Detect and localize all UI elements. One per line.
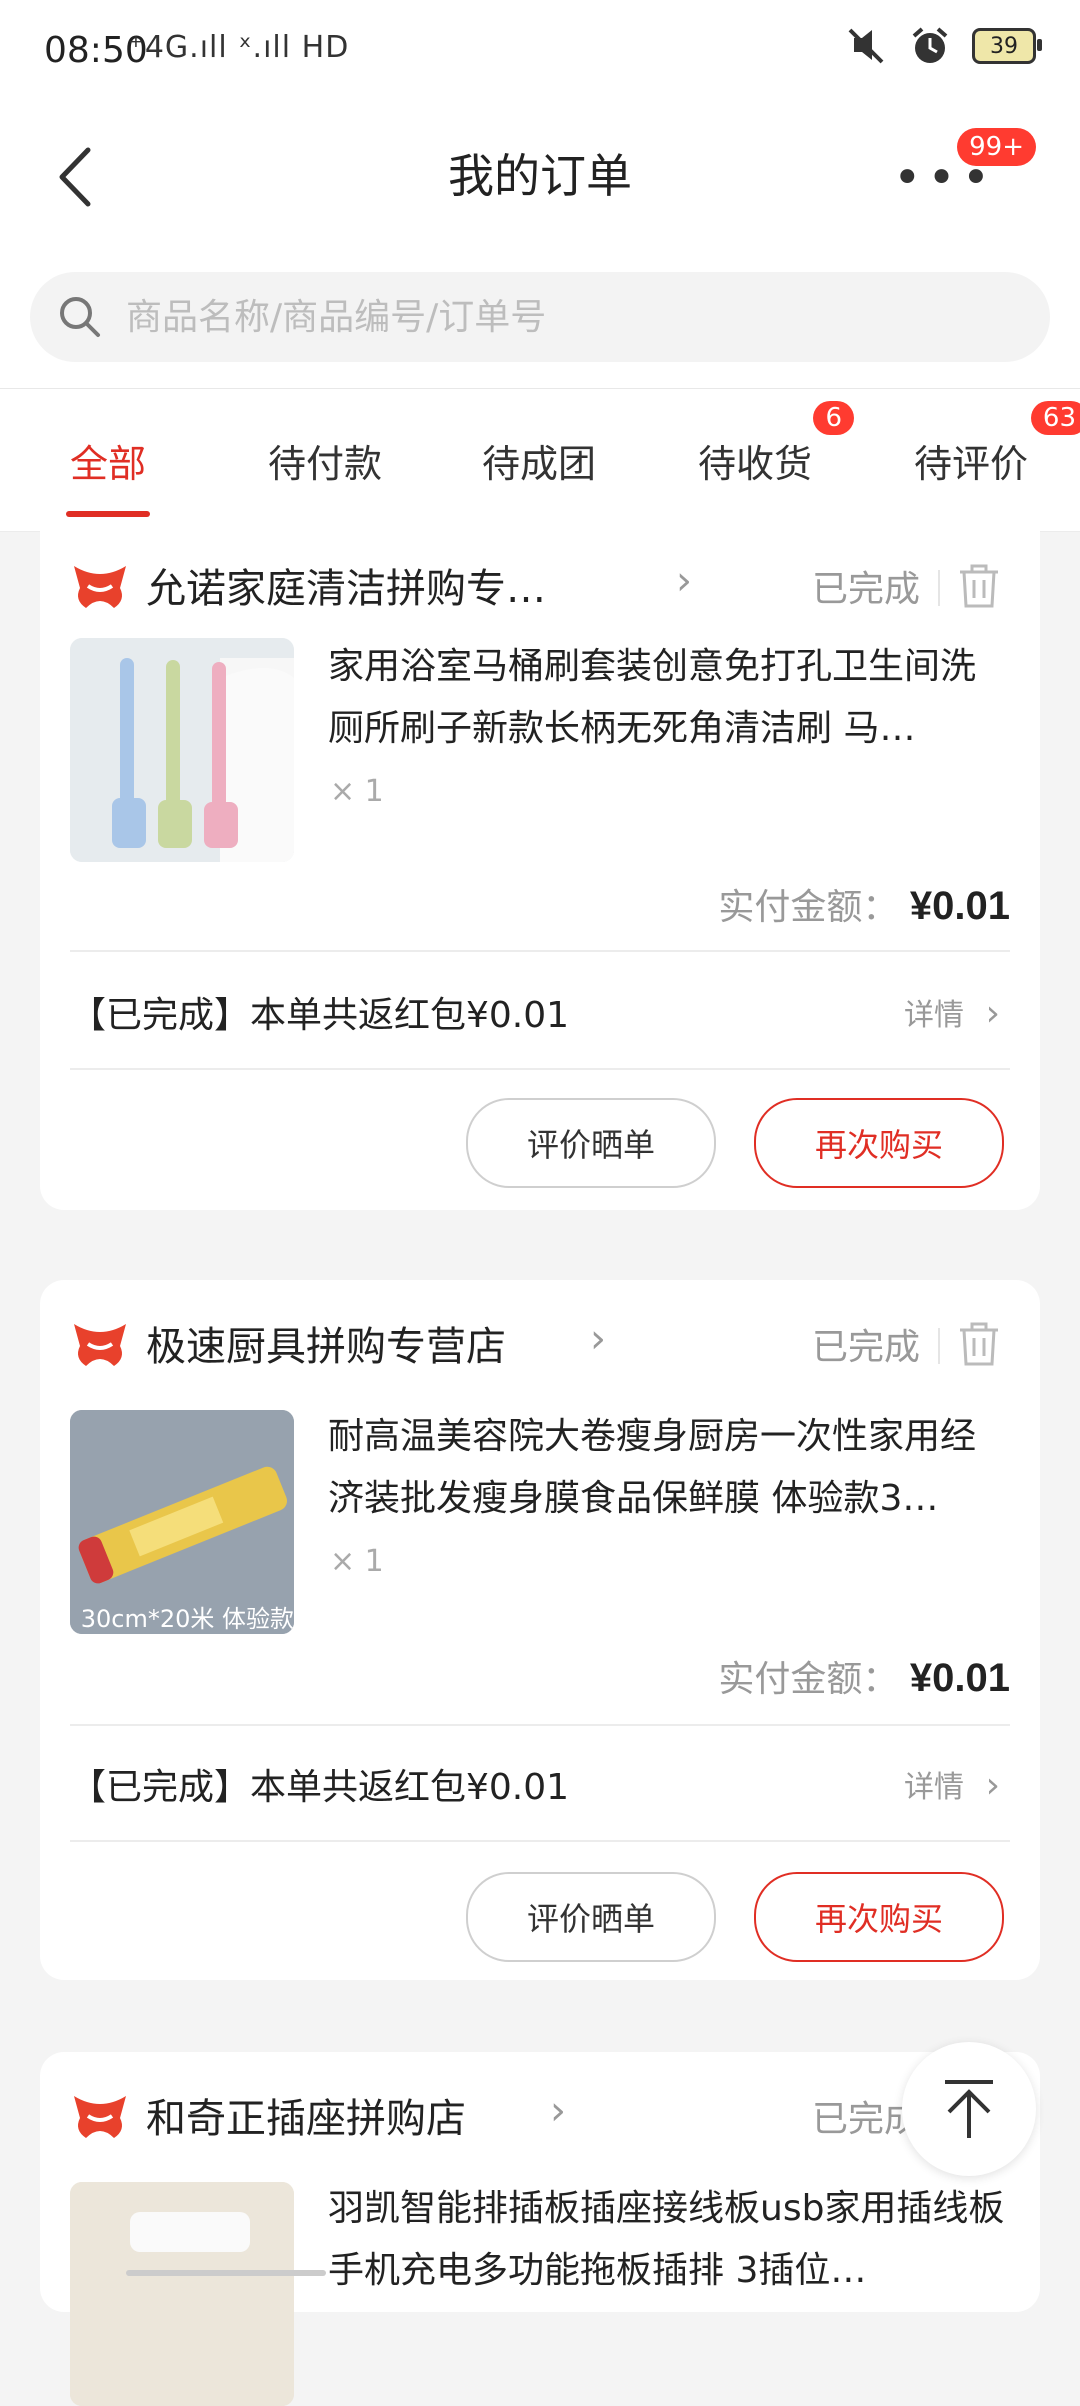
shop-logo-icon <box>74 1324 126 1366</box>
battery-icon: 39 <box>972 28 1042 64</box>
quantity: × 1 <box>330 1544 384 1579</box>
battery-level: 39 <box>990 33 1018 59</box>
cling-film-image <box>70 1410 294 1634</box>
shop-name: 允诺家庭清洁拼购专… <box>146 566 546 612</box>
paid-amount-row: 实付金额： ¥0.01 <box>718 1650 1010 1702</box>
mute-vibrate-icon <box>848 28 884 64</box>
chevron-right-icon: › <box>550 2088 566 2134</box>
tab-all[interactable]: 全部 <box>66 433 150 517</box>
chevron-right-icon: › <box>985 993 1000 1034</box>
order-tabs: 全部 待付款 待成团 待收货 6 待评价 63 <box>0 388 1080 532</box>
shop-row[interactable]: 极速厨具拼购专营店 › 已完成 <box>70 1304 1010 1384</box>
app-header: 我的订单 ••• 99+ <box>0 108 1080 258</box>
detail-link[interactable]: 详情 › <box>904 1762 1000 1806</box>
search-bar-container <box>0 258 1080 388</box>
tab-pending-group[interactable]: 待成团 <box>482 433 596 488</box>
product-title[interactable]: 耐高温美容院大卷瘦身厨房一次性家用经济装批发瘦身膜食品保鲜膜 体验款3… <box>328 1406 1008 1530</box>
status-bar: 08:50 ⁺4G.ıll ˣ.ıll HD 39 <box>0 0 1080 108</box>
paid-label: 实付金额： <box>718 887 899 928</box>
delete-trash-icon[interactable] <box>956 562 1002 610</box>
detail-label: 详情 <box>904 1770 965 1805</box>
tab-label: 全部 <box>70 442 147 486</box>
tab-count-badge: 63 <box>1030 401 1080 435</box>
product-title[interactable]: 家用浴室马桶刷套装创意免打孔卫生间洗厕所刷子新款长柄无死角清洁刷 马… <box>328 636 1008 760</box>
tab-label: 待评价 <box>914 442 1029 486</box>
product-thumbnail[interactable] <box>70 2182 294 2406</box>
divider <box>938 1328 940 1364</box>
buy-again-button[interactable]: 再次购买 <box>754 1872 1004 1962</box>
paid-amount: ¥0.01 <box>909 1656 1010 1700</box>
chevron-right-icon: › <box>590 1316 606 1362</box>
tab-count-badge: 6 <box>813 401 855 435</box>
search-box[interactable] <box>30 272 1050 362</box>
tab-label: 待收货 <box>698 442 813 486</box>
back-to-top-button[interactable] <box>902 2042 1036 2176</box>
divider <box>70 1724 1010 1726</box>
review-button[interactable]: 评价晒单 <box>466 1098 716 1188</box>
order-card: 允诺家庭清洁拼购专… › 已完成 家用浴室马桶刷套装创意免打孔卫生间洗厕所刷子新… <box>40 530 1040 1210</box>
power-strip-image <box>70 2182 294 2406</box>
home-indicator <box>126 2270 326 2276</box>
rebate-info: 【已完成】本单共返红包¥0.01 <box>70 1767 570 1808</box>
active-tab-indicator <box>66 511 150 517</box>
toilet-brush-image <box>70 638 294 862</box>
thumbnail-caption: 30cm*20米 体验款 <box>80 1605 294 1633</box>
review-button[interactable]: 评价晒单 <box>466 1872 716 1962</box>
tab-pending-review[interactable]: 待评价 63 <box>914 401 1080 488</box>
delete-trash-icon[interactable] <box>956 1320 1002 1368</box>
rebate-info: 【已完成】本单共返红包¥0.01 <box>70 995 570 1036</box>
product-thumbnail[interactable]: 30cm*20米 体验款 <box>70 1410 294 1634</box>
message-count-badge: 99+ <box>957 128 1036 166</box>
arrow-up-icon <box>945 2080 993 2138</box>
tab-label: 待成团 <box>482 442 597 486</box>
detail-link[interactable]: 详情 › <box>904 990 1000 1034</box>
divider <box>70 1840 1010 1842</box>
network-indicator: ⁺4G.ıll ˣ.ıll HD <box>128 30 350 65</box>
shop-row[interactable]: 和奇正插座拼购店 › 已完成 <box>70 2076 1010 2156</box>
chevron-right-icon: › <box>676 558 692 604</box>
detail-label: 详情 <box>904 998 965 1033</box>
order-card: 极速厨具拼购专营店 › 已完成 30cm*20米 体验款 耐高温美容院大卷瘦身厨… <box>40 1280 1040 1980</box>
quantity: × 1 <box>330 774 384 809</box>
shop-row[interactable]: 允诺家庭清洁拼购专… › 已完成 <box>70 546 1010 626</box>
paid-label: 实付金额： <box>718 1659 899 1700</box>
search-icon <box>60 297 100 337</box>
shop-logo-icon <box>74 2096 126 2138</box>
order-status: 已完成 <box>811 1327 920 1368</box>
shop-name: 极速厨具拼购专营店 <box>146 1324 506 1370</box>
shop-name: 和奇正插座拼购店 <box>146 2096 466 2142</box>
tab-pending-payment[interactable]: 待付款 <box>268 433 382 488</box>
paid-amount: ¥0.01 <box>909 884 1010 928</box>
search-input[interactable] <box>124 295 1008 339</box>
product-thumbnail[interactable] <box>70 638 294 862</box>
tab-pending-delivery[interactable]: 待收货 6 <box>698 401 855 488</box>
chevron-right-icon: › <box>985 1765 1000 1806</box>
divider <box>938 570 940 606</box>
paid-amount-row: 实付金额： ¥0.01 <box>718 878 1010 930</box>
alarm-icon <box>912 27 948 63</box>
shop-logo-icon <box>74 566 126 608</box>
buy-again-button[interactable]: 再次购买 <box>754 1098 1004 1188</box>
divider <box>70 950 1010 952</box>
order-status: 已完成 <box>811 569 920 610</box>
divider <box>70 1068 1010 1070</box>
tab-label: 待付款 <box>268 442 383 486</box>
product-title[interactable]: 羽凯智能排插板插座接线板usb家用插线板手机充电多功能拖板插排 3插位… <box>328 2178 1008 2302</box>
